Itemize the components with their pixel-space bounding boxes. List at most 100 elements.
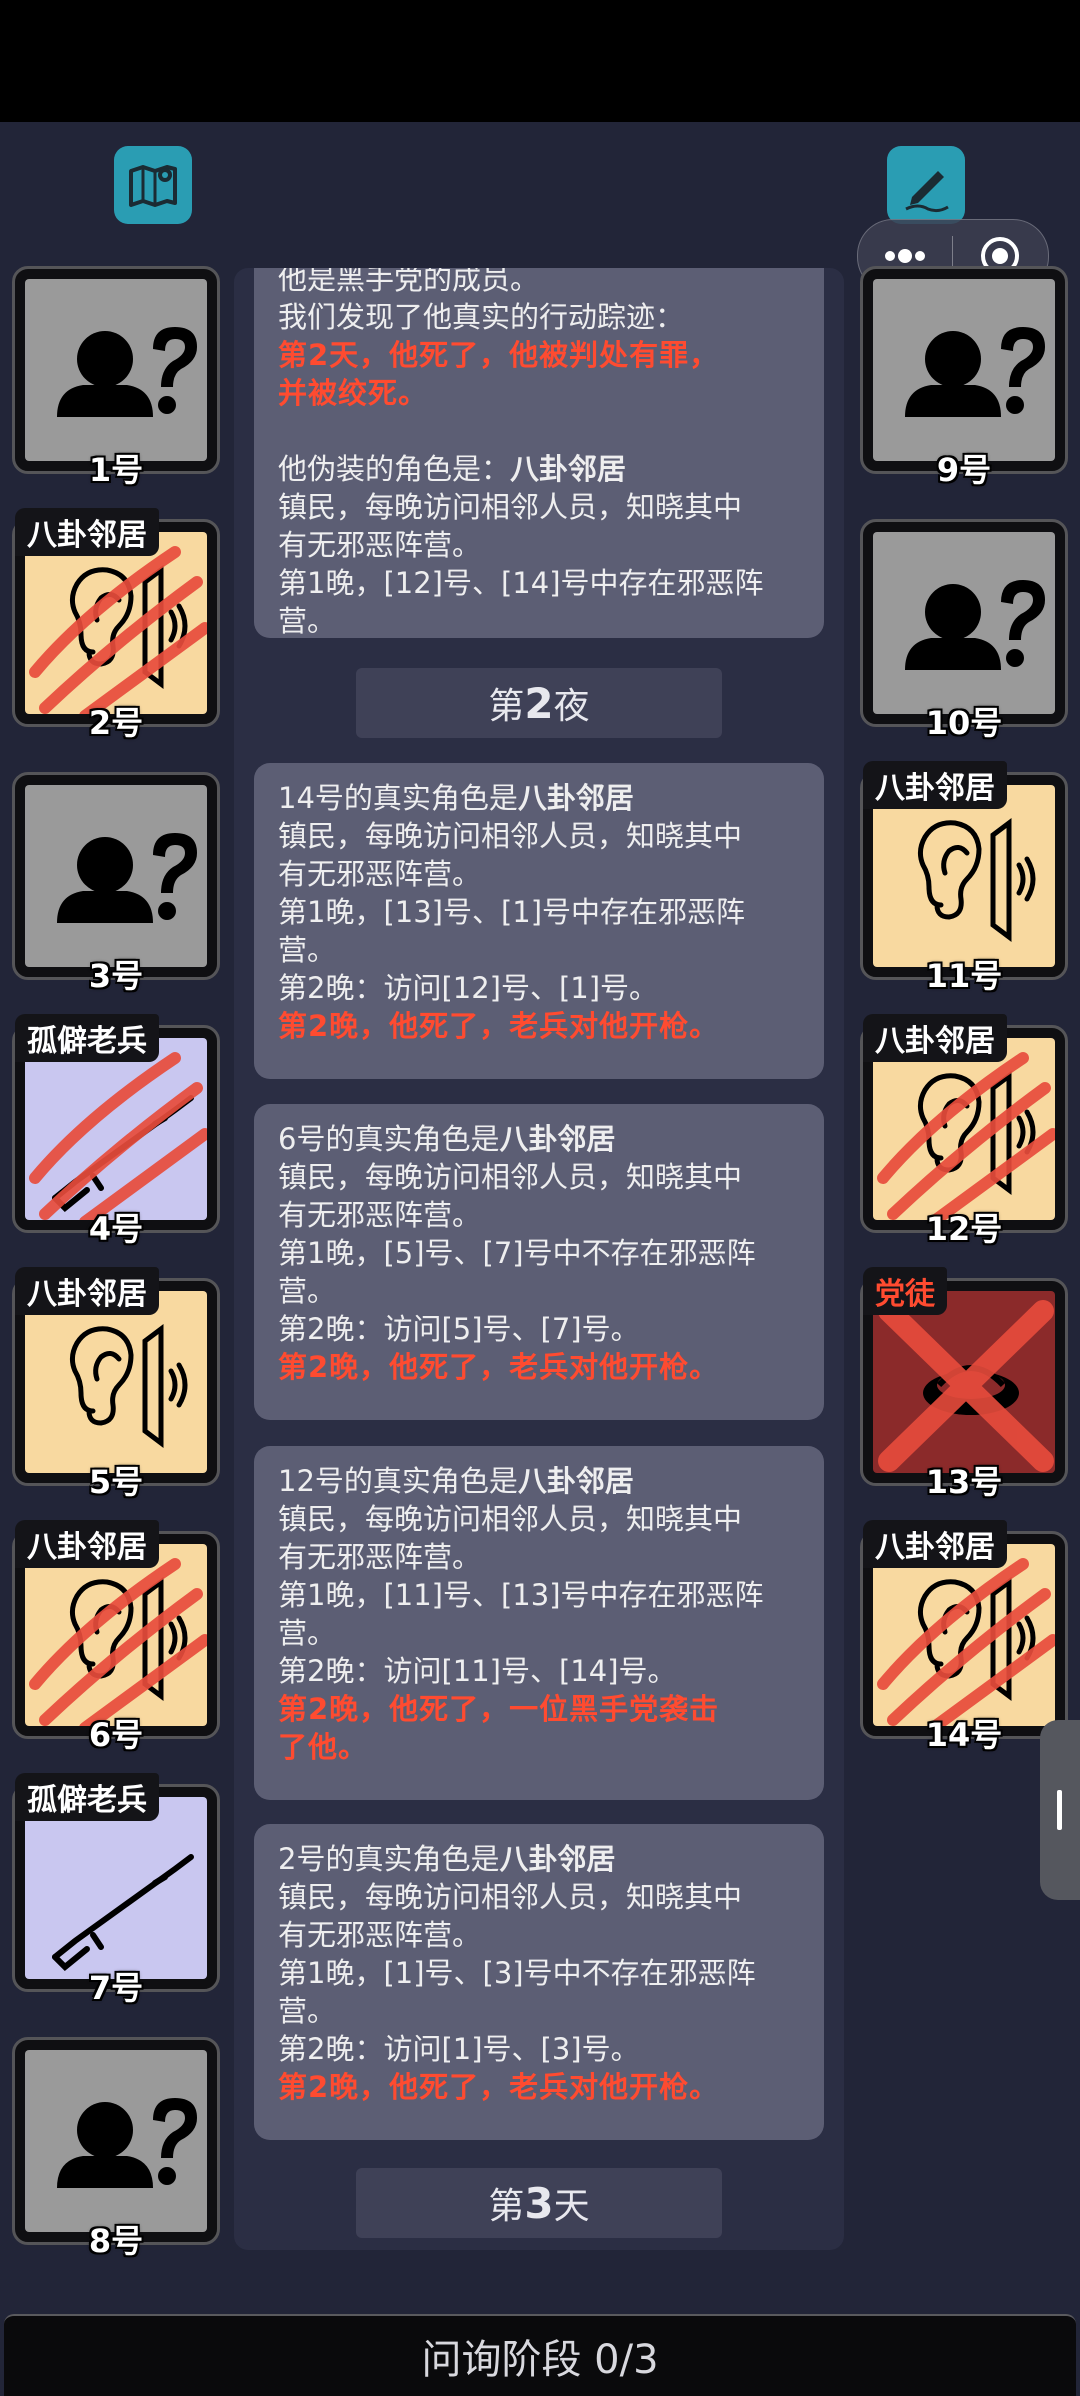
more-dots-icon [885, 249, 925, 263]
player-portrait [25, 785, 207, 967]
log-title: 12号的真实角色是八卦邻居 [278, 1464, 634, 1498]
player-card-7[interactable]: 孤僻老兵 7号 [12, 1773, 220, 2007]
player-role-tag: 八卦邻居 [863, 761, 1007, 809]
log-line: 营。 [278, 604, 337, 638]
log-entry: 2号的真实角色是八卦邻居 镇民，每晚访问相邻人员，知晓其中 有无邪恶阵营。 第1… [254, 1824, 824, 2140]
log-line: 营。 [278, 1994, 337, 2028]
player-number: 12号 [925, 1210, 1003, 1248]
log-line: 有无邪恶阵营。 [278, 1540, 482, 1574]
player-card-5[interactable]: 八卦邻居 5号 [12, 1267, 220, 1501]
ear-icon [873, 785, 1055, 967]
log-entry: 14号的真实角色是八卦邻居 镇民，每晚访问相邻人员，知晓其中 有无邪恶阵营。 第… [254, 763, 824, 1079]
unknown-player-icon [57, 2098, 197, 2188]
log-line: 镇民，每晚访问相邻人员，知晓其中 [278, 1160, 743, 1194]
player-card-6[interactable]: 八卦邻居 6号 [12, 1520, 220, 1754]
log-line: 我们发现了他真实的行动踪迹： [278, 300, 685, 334]
player-role-tag: 八卦邻居 [863, 1520, 1007, 1568]
log-title: 2号的真实角色是八卦邻居 [278, 1842, 616, 1876]
log-line: 第1晚，[13]号、[1]号中存在邪恶阵 [278, 895, 746, 929]
log-death-line: 第2晚，他死了，老兵对他开枪。 [278, 1350, 720, 1384]
edit-icon [905, 171, 949, 213]
phase-header-day: 第3天 [356, 2168, 722, 2238]
player-portrait [25, 2050, 207, 2232]
player-number: 11号 [925, 957, 1003, 995]
unknown-player-icon [57, 327, 197, 417]
log-line: 有无邪恶阵营。 [278, 857, 482, 891]
log-line: 第1晚，[1]号、[3]号中不存在邪恶阵 [278, 1956, 756, 1990]
player-number: 10号 [925, 704, 1003, 742]
log-line: 第2晚：访问[5]号、[7]号。 [278, 1312, 640, 1346]
player-portrait [873, 1544, 1055, 1726]
player-card-11[interactable]: 八卦邻居 11号 [860, 761, 1068, 995]
player-portrait [25, 1038, 207, 1220]
game-log-panel[interactable]: 他是黑手党的成员。 我们发现了他真实的行动踪迹： 第2天，他死了，他被判处有罪，… [234, 268, 844, 2250]
player-card-8[interactable]: 8号 [12, 2037, 220, 2260]
player-number: 14号 [925, 1716, 1003, 1754]
log-line: 第1晚，[11]号、[13]号中存在邪恶阵 [278, 1578, 764, 1612]
log-line: 有无邪恶阵营。 [278, 528, 482, 562]
player-card-10[interactable]: 10号 [860, 519, 1068, 742]
log-line: 他是黑手党的成员。 [278, 268, 540, 296]
player-number: 9号 [936, 451, 992, 489]
log-line: 镇民，每晚访问相邻人员，知晓其中 [278, 1502, 743, 1536]
player-card-1[interactable]: 1号 [12, 266, 220, 489]
log-line: 有无邪恶阵营。 [278, 1918, 482, 1952]
player-role-tag: 孤僻老兵 [15, 1014, 159, 1062]
player-number: 2号 [88, 704, 144, 742]
player-number: 6号 [88, 1716, 144, 1754]
player-role-tag: 八卦邻居 [15, 1267, 159, 1315]
log-death-line: 第2晚，他死了，一位黑手党袭击 [278, 1692, 720, 1726]
log-line: 营。 [278, 1274, 337, 1308]
log-line: 镇民，每晚访问相邻人员，知晓其中 [278, 1880, 743, 1914]
side-drawer-handle[interactable] [1040, 1720, 1080, 1900]
edit-button[interactable] [887, 146, 965, 224]
phase-header-night: 第2夜 [356, 668, 722, 738]
player-card-14[interactable]: 八卦邻居 14号 [860, 1520, 1068, 1754]
player-role-tag: 八卦邻居 [15, 508, 159, 556]
phase-status-bar: 问询阶段 0/3 [4, 2314, 1076, 2396]
player-portrait [25, 532, 207, 714]
player-portrait [25, 1544, 207, 1726]
log-death-line: 第2晚，他死了，老兵对他开枪。 [278, 1009, 720, 1043]
log-entry: 12号的真实角色是八卦邻居 镇民，每晚访问相邻人员，知晓其中 有无邪恶阵营。 第… [254, 1446, 824, 1800]
log-line: 第1晚，[12]号、[14]号中存在邪恶阵 [278, 566, 764, 600]
player-number: 5号 [88, 1463, 144, 1501]
player-card-12[interactable]: 八卦邻居 12号 [860, 1014, 1068, 1248]
player-card-13[interactable]: 党徒 13号 [860, 1267, 1068, 1501]
ear-icon [873, 1038, 1055, 1220]
player-card-3[interactable]: 3号 [12, 772, 220, 995]
player-card-9[interactable]: 9号 [860, 266, 1068, 489]
ear-icon [25, 532, 207, 714]
zealot-icon [873, 1291, 1055, 1473]
player-portrait [25, 1291, 207, 1473]
log-line: 第2晚：访问[12]号、[1]号。 [278, 971, 659, 1005]
player-card-2[interactable]: 八卦邻居 2号 [12, 508, 220, 742]
log-line: 营。 [278, 1616, 337, 1650]
log-line: 第2晚：访问[1]号、[3]号。 [278, 2032, 640, 2066]
unknown-player-icon [905, 327, 1045, 417]
player-number: 13号 [925, 1463, 1003, 1501]
map-button[interactable] [114, 146, 192, 224]
player-role-tag: 八卦邻居 [863, 1014, 1007, 1062]
player-portrait [25, 279, 207, 461]
player-number: 7号 [88, 1969, 144, 2007]
ear-icon [873, 1544, 1055, 1726]
eliminated-x-mark [889, 1311, 1043, 1461]
log-line: 镇民，每晚访问相邻人员，知晓其中 [278, 819, 743, 853]
unknown-player-icon [57, 833, 197, 923]
player-portrait [873, 279, 1055, 461]
log-entry: 6号的真实角色是八卦邻居 镇民，每晚访问相邻人员，知晓其中 有无邪恶阵营。 第1… [254, 1104, 824, 1420]
player-portrait [873, 1038, 1055, 1220]
log-title: 14号的真实角色是八卦邻居 [278, 781, 634, 815]
player-number: 8号 [88, 2222, 144, 2260]
ear-icon [25, 1291, 207, 1473]
log-death-line: 第2天，他死了，他被判处有罪， [278, 338, 720, 372]
rifle-icon [25, 1038, 207, 1220]
log-line: 有无邪恶阵营。 [278, 1198, 482, 1232]
player-portrait [873, 532, 1055, 714]
player-card-4[interactable]: 孤僻老兵 4号 [12, 1014, 220, 1248]
log-line: 第2晚：访问[11]号、[14]号。 [278, 1654, 677, 1688]
death-claw-mark [35, 1058, 205, 1220]
unknown-player-icon [905, 580, 1045, 670]
player-portrait [25, 1797, 207, 1979]
